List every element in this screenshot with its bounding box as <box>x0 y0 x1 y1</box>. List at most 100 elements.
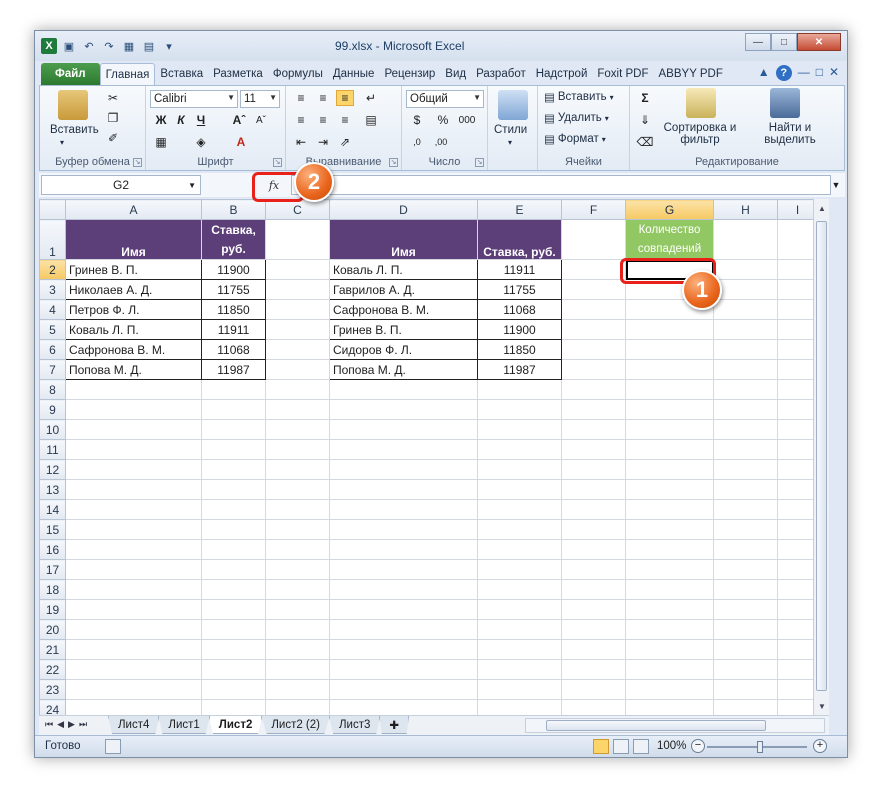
cell[interactable] <box>625 419 714 440</box>
form-icon[interactable]: ▤ <box>141 38 157 54</box>
table2-name-cell[interactable]: Попова М. Д. <box>329 359 478 380</box>
page-layout-view-button[interactable] <box>613 739 629 754</box>
bold-button[interactable]: Ж <box>152 112 170 128</box>
cell[interactable] <box>65 479 202 500</box>
cell[interactable] <box>477 459 562 480</box>
cell[interactable] <box>265 539 330 560</box>
cell[interactable] <box>561 639 626 660</box>
cell[interactable] <box>713 299 778 320</box>
cell[interactable] <box>329 539 478 560</box>
cell[interactable] <box>713 419 778 440</box>
cell[interactable] <box>477 419 562 440</box>
format-painter-icon[interactable]: ✐ <box>104 130 122 146</box>
zoom-slider[interactable] <box>707 741 807 753</box>
cell[interactable] <box>65 459 202 480</box>
normal-view-button[interactable] <box>593 739 609 754</box>
row-header[interactable]: 22 <box>39 659 66 680</box>
cell[interactable] <box>329 639 478 660</box>
tab-view[interactable]: Вид <box>440 63 471 85</box>
tab-foxit[interactable]: Foxit PDF <box>592 63 653 85</box>
tab-abbyy[interactable]: ABBYY PDF <box>654 63 728 85</box>
cell[interactable] <box>65 699 202 715</box>
horizontal-scroll-thumb[interactable] <box>546 720 766 731</box>
table2-rate-cell[interactable]: 11911 <box>477 259 562 280</box>
first-sheet-icon[interactable]: ⏮ <box>45 719 53 730</box>
cell[interactable] <box>265 699 330 715</box>
cell[interactable] <box>777 359 818 380</box>
table2-name-cell[interactable]: Сидоров Ф. Л. <box>329 339 478 360</box>
cell[interactable] <box>777 419 818 440</box>
tab-home[interactable]: Главная <box>99 63 156 85</box>
cell[interactable] <box>201 439 266 460</box>
next-sheet-icon[interactable]: ▶ <box>68 719 75 730</box>
cell[interactable] <box>713 319 778 340</box>
tab-insert[interactable]: Вставка <box>155 63 208 85</box>
cell[interactable] <box>265 599 330 620</box>
table2-name-cell[interactable]: Гаврилов А. Д. <box>329 279 478 300</box>
cell[interactable] <box>777 259 818 280</box>
cell[interactable] <box>777 659 818 680</box>
cell[interactable] <box>477 579 562 600</box>
cell[interactable] <box>329 379 478 400</box>
align-bottom-icon[interactable]: ≡ <box>336 90 354 106</box>
currency-icon[interactable]: $ <box>408 112 426 128</box>
sort-filter-button[interactable]: Сортировка и фильтр <box>660 122 740 146</box>
cell[interactable] <box>265 219 330 260</box>
grow-font-icon[interactable]: Aˆ <box>230 112 248 128</box>
row-header[interactable]: 23 <box>39 679 66 700</box>
row-header[interactable]: 4 <box>39 299 66 320</box>
cell[interactable] <box>713 499 778 520</box>
table1-rate-cell[interactable]: 11755 <box>201 279 266 300</box>
cell[interactable] <box>561 319 626 340</box>
maximize-button[interactable]: □ <box>771 33 797 51</box>
orientation-icon[interactable]: ⇗ <box>336 134 354 150</box>
align-right-icon[interactable]: ≡ <box>336 112 354 128</box>
cell[interactable] <box>713 699 778 715</box>
cell[interactable] <box>477 399 562 420</box>
cell[interactable] <box>713 599 778 620</box>
cell[interactable] <box>625 519 714 540</box>
cell[interactable] <box>477 679 562 700</box>
close-button[interactable]: ✕ <box>797 33 841 51</box>
cell[interactable] <box>625 319 714 340</box>
insert-cells-button[interactable]: ▤ Вставить ▾ <box>544 90 614 104</box>
cell[interactable] <box>265 339 330 360</box>
column-header[interactable]: A <box>65 199 202 220</box>
table1-name-cell[interactable]: Попова М. Д. <box>65 359 202 380</box>
customize-qat-icon[interactable]: ▾ <box>161 38 177 54</box>
cell[interactable] <box>65 519 202 540</box>
number-expand-icon[interactable]: ↘ <box>475 158 484 167</box>
table2-rate-cell[interactable]: 11987 <box>477 359 562 380</box>
cell[interactable] <box>201 679 266 700</box>
format-cells-button[interactable]: ▤ Формат ▾ <box>544 132 606 146</box>
align-middle-icon[interactable]: ≡ <box>314 90 332 106</box>
borders-icon[interactable]: ▦ <box>152 134 170 150</box>
cell[interactable] <box>65 379 202 400</box>
cell[interactable] <box>65 659 202 680</box>
row-header[interactable]: 13 <box>39 479 66 500</box>
cell[interactable] <box>713 559 778 580</box>
cell[interactable] <box>477 439 562 460</box>
cell[interactable] <box>265 399 330 420</box>
cell[interactable] <box>713 359 778 380</box>
table2-header-rate[interactable]: Ставка, руб. <box>477 219 562 260</box>
cell[interactable] <box>777 319 818 340</box>
doc-minimize-icon[interactable]: — <box>798 65 810 81</box>
styles-button[interactable]: Стили <box>494 124 527 136</box>
fill-color-icon[interactable]: ◈ <box>192 134 210 150</box>
cell[interactable] <box>713 259 778 280</box>
cell[interactable] <box>265 479 330 500</box>
column-header-selected[interactable]: G <box>625 199 714 220</box>
cell[interactable] <box>65 579 202 600</box>
vertical-scrollbar[interactable]: ▲ ▼ <box>813 199 829 715</box>
alignment-expand-icon[interactable]: ↘ <box>389 158 398 167</box>
cell[interactable] <box>777 539 818 560</box>
cell[interactable] <box>65 499 202 520</box>
cell[interactable] <box>777 559 818 580</box>
sheet-tab-list3[interactable]: Лист3 <box>328 716 381 734</box>
sheet-tab-list4[interactable]: Лист4 <box>108 716 160 734</box>
cell[interactable] <box>713 219 778 260</box>
zoom-out-button[interactable]: − <box>691 739 705 753</box>
clipboard-expand-icon[interactable]: ↘ <box>133 158 142 167</box>
decrease-decimal-icon[interactable]: ,00 <box>432 134 450 150</box>
